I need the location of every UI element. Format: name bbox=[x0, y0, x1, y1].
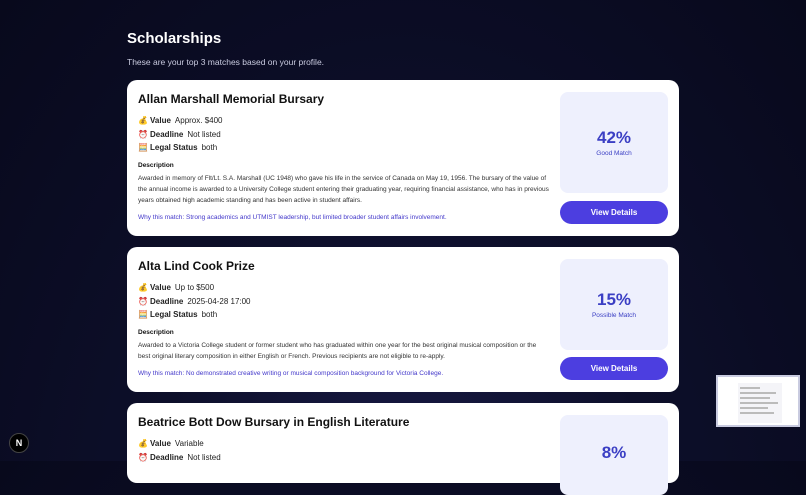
description-text: Awarded to a Victoria College student or… bbox=[138, 341, 537, 360]
match-score-box: 8% bbox=[560, 415, 668, 495]
deadline-row: ⏰ Deadline Not listed bbox=[138, 451, 548, 465]
deadline-label: Deadline bbox=[150, 296, 184, 306]
scholarship-card: Beatrice Bott Dow Bursary in English Lit… bbox=[127, 403, 679, 495]
description-text: Awarded in memory of Flt/Lt. S.A. Marsha… bbox=[138, 174, 549, 204]
value-row: 💰 Value Up to $500 bbox=[138, 281, 548, 295]
legal-status-text: both bbox=[201, 310, 218, 320]
value-row: 💰 Value Approx. $400 bbox=[138, 114, 548, 128]
description-heading: Description bbox=[138, 328, 174, 336]
legal-status-label: Legal Status bbox=[150, 310, 198, 320]
value-label: Value bbox=[150, 116, 171, 126]
scholarship-title: Beatrice Bott Dow Bursary in English Lit… bbox=[138, 415, 410, 429]
legal-status-row: 🧮 Legal Status both bbox=[138, 308, 548, 322]
value-label: Value bbox=[150, 283, 171, 293]
scholarship-card: Alta Lind Cook Prize 💰 Value Up to $500 … bbox=[127, 247, 679, 392]
card-details: Allan Marshall Memorial Bursary 💰 Value … bbox=[138, 92, 549, 221]
match-score-box: 42% Good Match bbox=[560, 92, 668, 193]
scholarship-title: Allan Marshall Memorial Bursary bbox=[138, 92, 325, 106]
value-text: Variable bbox=[174, 439, 204, 449]
scholarship-title: Alta Lind Cook Prize bbox=[138, 259, 255, 273]
preview-line bbox=[740, 407, 768, 409]
preview-line bbox=[740, 402, 778, 404]
alarm-clock-icon: ⏰ bbox=[138, 452, 148, 462]
deadline-row: ⏰ Deadline Not listed bbox=[138, 128, 548, 142]
scholarship-card: Allan Marshall Memorial Bursary 💰 Value … bbox=[127, 80, 679, 236]
match-score: 8% bbox=[601, 443, 627, 462]
money-bag-icon: 💰 bbox=[138, 116, 148, 126]
value-label: Value bbox=[150, 439, 171, 449]
money-bag-icon: 💰 bbox=[138, 439, 148, 449]
abacus-icon: 🧮 bbox=[138, 310, 148, 320]
page-subtitle: These are your top 3 matches based on yo… bbox=[127, 57, 325, 67]
deadline-text: Not listed bbox=[187, 129, 221, 139]
preview-line bbox=[740, 387, 760, 389]
alarm-clock-icon: ⏰ bbox=[138, 129, 148, 139]
description-heading: Description bbox=[138, 161, 174, 169]
match-score: 15% bbox=[596, 290, 632, 309]
match-score-box: 15% Possible Match bbox=[560, 259, 668, 350]
deadline-text: 2025-04-28 17:00 bbox=[187, 296, 251, 306]
value-text: Up to $500 bbox=[174, 283, 215, 293]
legal-status-label: Legal Status bbox=[150, 143, 198, 153]
preview-line bbox=[740, 412, 774, 414]
value-text: Approx. $400 bbox=[174, 116, 223, 126]
deadline-label: Deadline bbox=[150, 452, 184, 462]
card-details: Alta Lind Cook Prize 💰 Value Up to $500 … bbox=[138, 259, 548, 377]
dev-tools-badge[interactable]: N bbox=[9, 433, 29, 453]
match-reason: Why this match: Strong academics and UTM… bbox=[138, 213, 447, 221]
preview-line bbox=[740, 397, 770, 399]
match-label: Possible Match bbox=[591, 312, 637, 319]
legal-status-text: both bbox=[201, 143, 218, 153]
abacus-icon: 🧮 bbox=[138, 143, 148, 153]
view-details-button[interactable]: View Details bbox=[560, 357, 668, 380]
match-score: 42% bbox=[596, 128, 632, 147]
preview-line bbox=[740, 392, 776, 394]
deadline-text: Not listed bbox=[187, 452, 221, 462]
alarm-clock-icon: ⏰ bbox=[138, 296, 148, 306]
deadline-label: Deadline bbox=[150, 129, 184, 139]
match-reason: Why this match: No demonstrated creative… bbox=[138, 369, 444, 377]
card-details: Beatrice Bott Dow Bursary in English Lit… bbox=[138, 415, 548, 464]
match-label: Good Match bbox=[596, 150, 632, 157]
page-preview-thumbnail[interactable] bbox=[716, 375, 800, 427]
view-details-button[interactable]: View Details bbox=[560, 201, 668, 224]
deadline-row: ⏰ Deadline 2025-04-28 17:00 bbox=[138, 295, 548, 309]
legal-status-row: 🧮 Legal Status both bbox=[138, 141, 548, 155]
value-row: 💰 Value Variable bbox=[138, 437, 548, 451]
page-title: Scholarships bbox=[127, 30, 222, 47]
money-bag-icon: 💰 bbox=[138, 283, 148, 293]
